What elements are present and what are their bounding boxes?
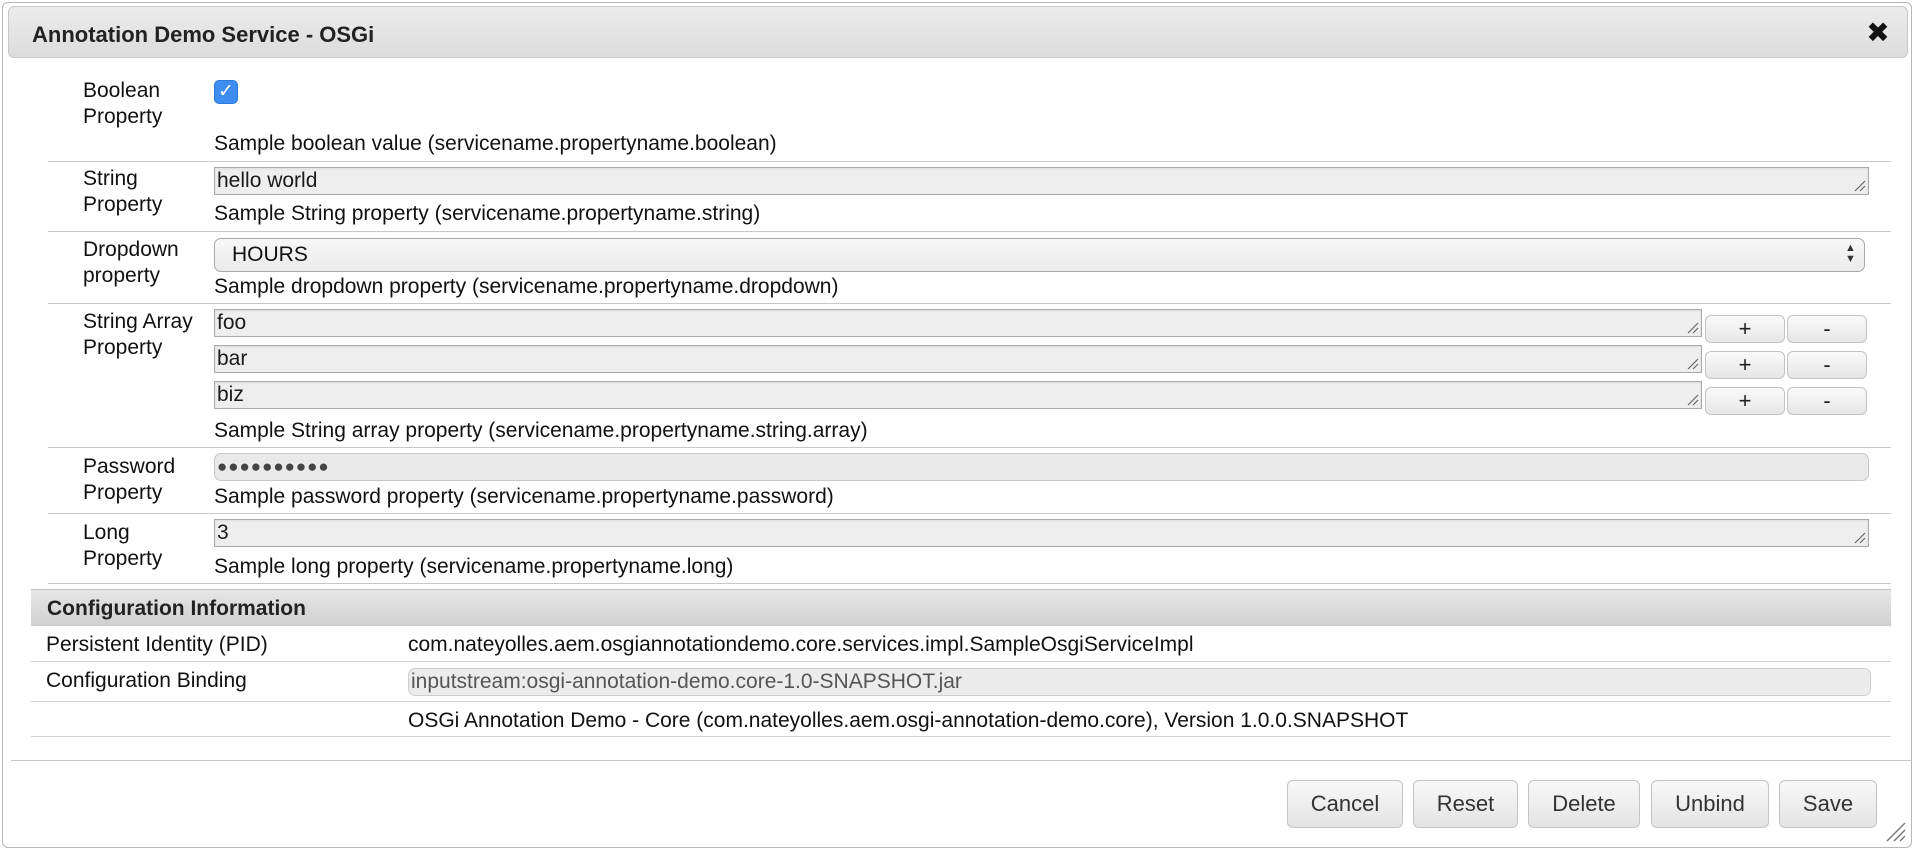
close-icon[interactable]: ✖ <box>1863 18 1893 48</box>
bundle-info-value: OSGi Annotation Demo - Core (com.nateyol… <box>408 709 1409 732</box>
dropdown-property-label: Dropdown property <box>83 238 179 287</box>
long-property-input[interactable]: 3 <box>214 519 1869 547</box>
string-array-value: foo <box>217 311 247 334</box>
resize-grip-icon[interactable] <box>1687 322 1699 334</box>
footer-divider <box>11 760 1911 761</box>
password-property-description: Sample password property (servicename.pr… <box>214 485 834 508</box>
cancel-button[interactable]: Cancel <box>1287 780 1403 828</box>
divider <box>48 513 1891 514</box>
save-button[interactable]: Save <box>1779 780 1877 828</box>
dropdown-selected-value: HOURS <box>232 243 308 266</box>
string-property-input[interactable]: hello world <box>214 167 1869 195</box>
configuration-information-header: Configuration Information <box>31 589 1891 626</box>
divider <box>31 701 1891 702</box>
dialog-title: Annotation Demo Service - OSGi <box>32 22 375 47</box>
pid-label: Persistent Identity (PID) <box>46 633 268 656</box>
password-property-label: Password Property <box>83 455 176 504</box>
dialog-titlebar[interactable]: Annotation Demo Service - OSGi ✖ <box>8 6 1908 58</box>
string-property-label: String Property <box>83 167 163 216</box>
resize-grip-icon[interactable] <box>1854 532 1866 544</box>
resize-grip-icon[interactable] <box>1687 394 1699 406</box>
string-array-add-button[interactable]: + <box>1705 351 1785 379</box>
string-array-value: biz <box>217 383 244 406</box>
string-array-property-label: String Array Property <box>83 310 193 359</box>
resize-grip-icon[interactable] <box>1687 358 1699 370</box>
boolean-property-label: Boolean Property <box>83 79 163 128</box>
checkmark-icon: ✓ <box>218 81 234 102</box>
string-array-remove-button[interactable]: - <box>1787 387 1867 415</box>
long-property-description: Sample long property (servicename.proper… <box>214 555 734 578</box>
string-array-value: bar <box>217 347 248 370</box>
configuration-binding-field[interactable]: inputstream:osgi-annotation-demo.core-1.… <box>408 668 1871 696</box>
string-property-description: Sample String property (servicename.prop… <box>214 202 761 225</box>
divider <box>48 303 1891 304</box>
divider <box>48 161 1891 162</box>
string-array-input-1[interactable]: foo <box>214 309 1702 337</box>
dropdown-property-description: Sample dropdown property (servicename.pr… <box>214 275 839 298</box>
boolean-property-checkbox[interactable]: ✓ <box>214 80 238 104</box>
divider <box>48 231 1891 232</box>
select-arrows-icon: ▲ ▼ <box>1845 242 1856 265</box>
divider <box>31 661 1891 662</box>
reset-button[interactable]: Reset <box>1413 780 1518 828</box>
long-property-value: 3 <box>217 521 229 544</box>
password-property-input[interactable]: ●●●●●●●●●● <box>214 453 1869 481</box>
string-array-add-button[interactable]: + <box>1705 387 1785 415</box>
unbind-button[interactable]: Unbind <box>1651 780 1769 828</box>
string-array-remove-button[interactable]: - <box>1787 315 1867 343</box>
divider <box>31 736 1891 737</box>
string-array-input-2[interactable]: bar <box>214 345 1702 373</box>
string-array-remove-button[interactable]: - <box>1787 351 1867 379</box>
long-property-label: Long Property <box>83 521 163 570</box>
boolean-property-description: Sample boolean value (servicename.proper… <box>214 132 777 155</box>
delete-button[interactable]: Delete <box>1528 780 1640 828</box>
string-array-input-3[interactable]: biz <box>214 381 1702 409</box>
dialog-resize-grip-icon[interactable] <box>1885 821 1907 843</box>
string-array-property-description: Sample String array property (servicenam… <box>214 419 868 442</box>
divider <box>48 447 1891 448</box>
string-property-value: hello world <box>217 169 318 192</box>
configuration-binding-label: Configuration Binding <box>46 669 247 692</box>
config-dialog: Annotation Demo Service - OSGi ✖ Boolean… <box>2 2 1912 848</box>
resize-grip-icon[interactable] <box>1854 180 1866 192</box>
string-array-add-button[interactable]: + <box>1705 315 1785 343</box>
pid-value: com.nateyolles.aem.osgiannotationdemo.co… <box>408 633 1194 656</box>
dropdown-property-select[interactable]: HOURS ▲ ▼ <box>214 238 1865 272</box>
divider <box>48 583 1891 584</box>
